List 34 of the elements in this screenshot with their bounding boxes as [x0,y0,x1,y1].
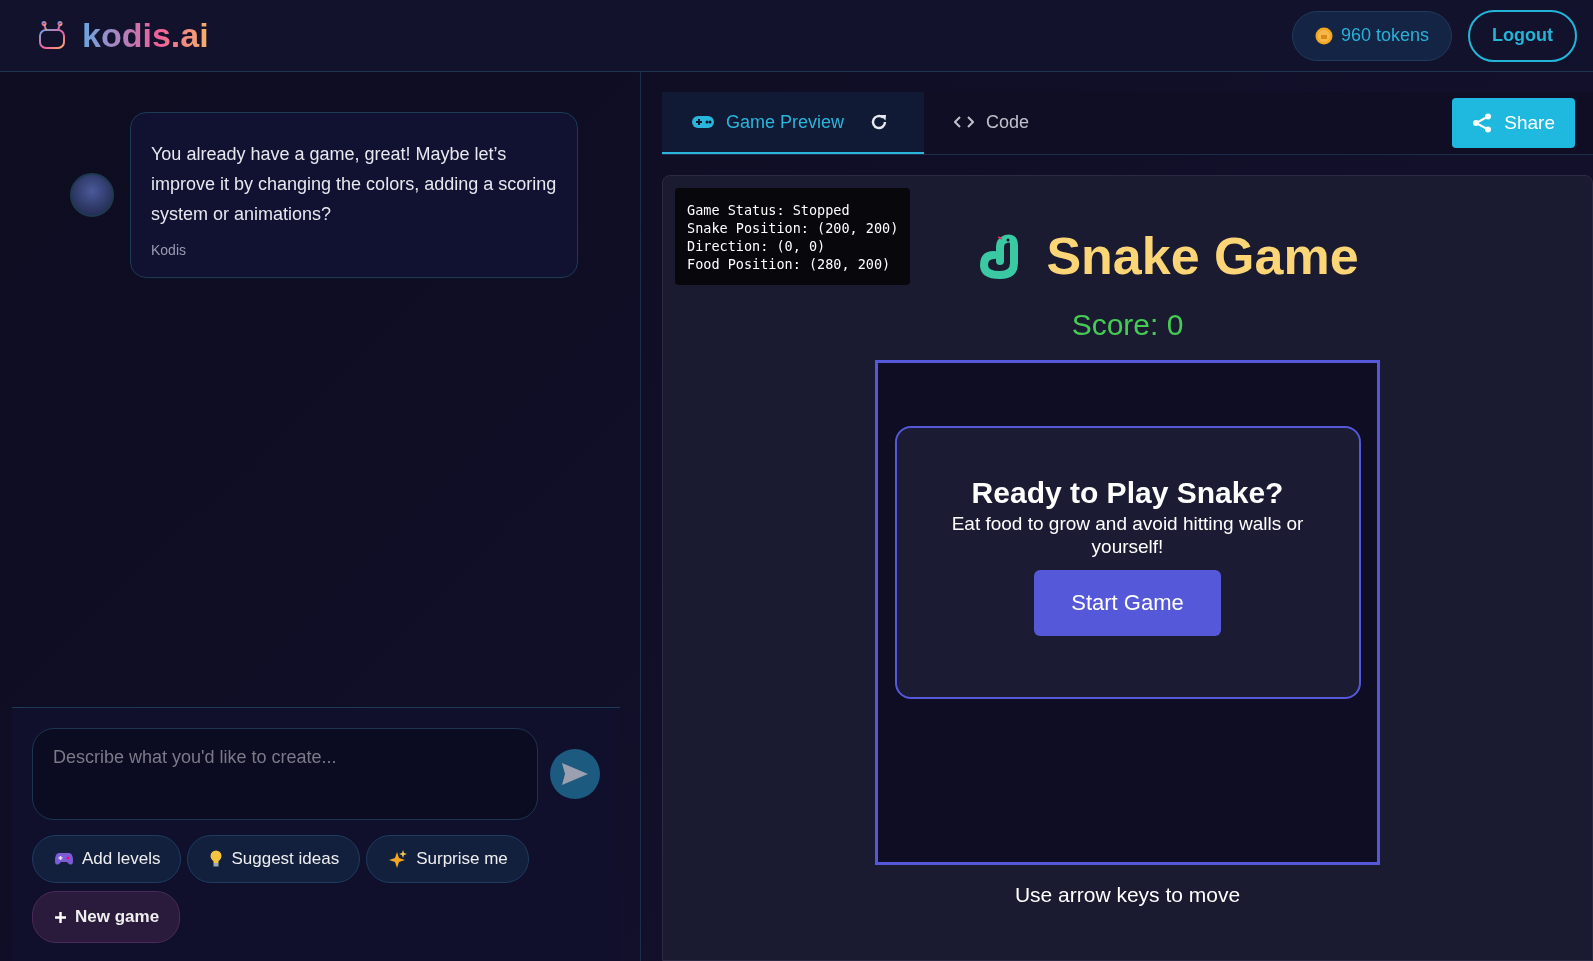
gamepad-icon [692,116,714,128]
message-author: Kodis [151,242,187,258]
plus-icon [55,911,66,923]
share-icon [1472,113,1493,133]
robot-logo-icon [36,19,68,52]
overlay-text: Eat food to grow and avoid hitting walls or yourself! [950,512,1305,558]
debug-line: Snake Position: (200, 200) [687,219,899,237]
overlay-title: Ready to Play Snake? [971,476,1284,510]
send-button[interactable] [550,749,600,799]
message-text: You already have a game, great! Maybe let’s improve it by changing the colors, adding a scoring system or animations? [151,143,557,226]
score-text: Score: 0 [1071,308,1184,342]
suggestion-chip[interactable]: Suggest ideas [187,835,361,883]
debug-line: Game Status: Stopped [687,201,851,219]
start-game-button[interactable]: Start Game [1034,570,1221,636]
lightbulb-icon [210,850,223,868]
debug-line: Food Position: (280, 200) [687,255,892,273]
suggestion-chip[interactable]: Add levels [32,835,182,883]
sparkles-icon [389,850,408,868]
tab[interactable]: Game Preview [662,92,924,154]
logout-button[interactable]: Logout [1468,9,1577,62]
suggestion-chip[interactable]: Surprise me [366,835,529,883]
controls-hint: Use arrow keys to move [1014,883,1241,907]
debug-line: Direction: (0, 0) [687,237,827,255]
code-icon [954,116,974,128]
prompt-input[interactable]: Describe what you'd like to create... [32,728,539,820]
tab[interactable]: Code [924,92,1060,154]
gamepad-icon [55,852,73,866]
token-balance: 960 tokens [1291,10,1452,61]
refresh-icon[interactable] [870,113,889,131]
new-game-button[interactable]: New game [32,891,181,943]
game-title: Snake Game [1046,226,1359,286]
send-icon [562,763,589,785]
bot-avatar [70,173,114,217]
coin-icon [1314,26,1333,45]
